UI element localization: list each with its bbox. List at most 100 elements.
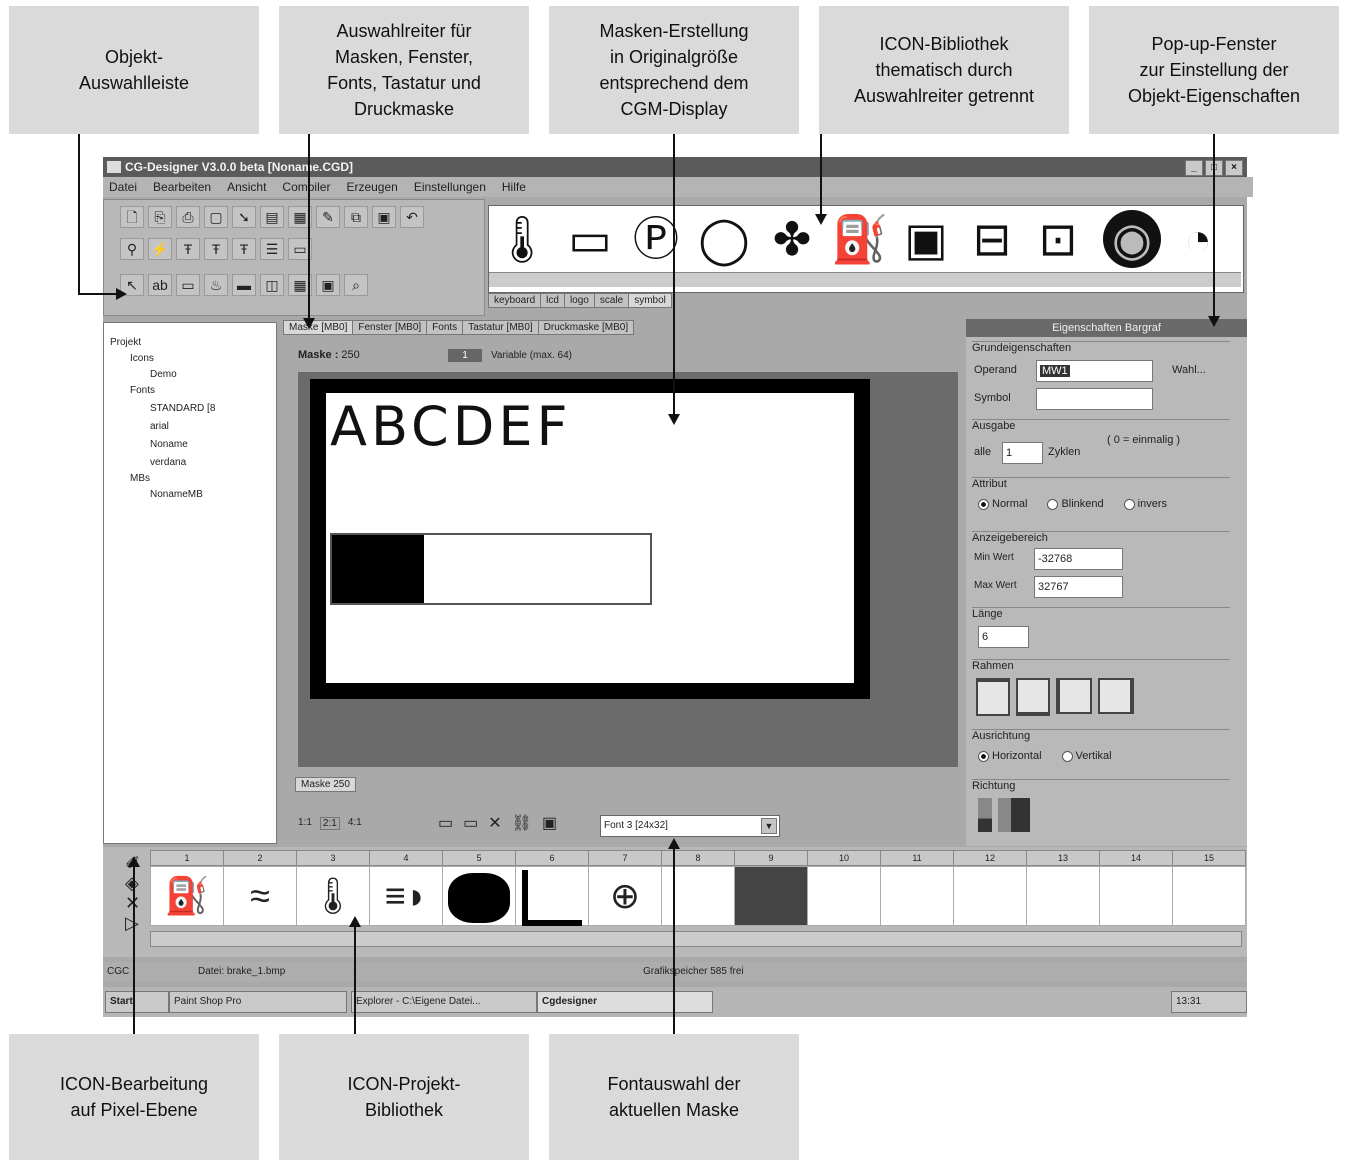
font-b-icon[interactable]: Ŧ [204,238,228,260]
link-icon[interactable]: ⛓ [512,813,532,833]
print-icon[interactable]: ⎙ [176,206,200,228]
text-object-icon[interactable]: ab [148,274,172,296]
new-icon[interactable]: 🗋 [120,206,144,228]
task-explorer[interactable]: Explorer - C:\Eigene Datei... [351,991,537,1013]
font-c-icon[interactable]: Ŧ [232,238,256,260]
library-scrollbar[interactable] [150,931,1242,947]
fan-icon[interactable]: ✤ [763,210,821,268]
radio-horizontal[interactable]: Horizontal [978,750,1042,762]
close-button[interactable]: × [1225,160,1243,176]
lib-dark-square-icon[interactable] [734,866,808,926]
lib-octagon-icon[interactable] [442,866,516,926]
zyklen-stepper[interactable]: 1 [1002,442,1043,464]
copy-icon[interactable]: ⎘ [148,206,172,228]
pointer-icon[interactable]: ➘ [232,206,256,228]
prev-icon[interactable]: ▭ [438,813,453,833]
tab-mask-250[interactable]: Maske 250 [295,777,356,792]
lib-empty-13[interactable] [1026,866,1100,926]
tab-fonts[interactable]: Fonts [426,320,464,335]
save-icon[interactable]: ▤ [260,206,284,228]
lib-empty-14[interactable] [1099,866,1173,926]
run-icon[interactable]: ⚡ [148,238,172,260]
tree-item-fonts[interactable]: Fonts [130,385,155,396]
menu-hilfe[interactable]: Hilfe [502,177,526,197]
mask-display[interactable]: ABCDEF [310,379,870,699]
symbol-field[interactable] [1036,388,1153,410]
min-field[interactable]: -32768 [1034,548,1123,570]
tree-item-projekt[interactable]: Projekt [110,337,141,348]
zoom-4-1[interactable]: 4:1 [348,817,362,830]
number-object-icon[interactable]: ▭ [176,274,200,296]
tree-item-icons[interactable]: Icons [130,353,154,364]
tab-tastatur[interactable]: Tastatur [MB0] [462,320,539,335]
task-cgdesigner[interactable]: Cgdesigner [537,991,713,1013]
fuel-filter-icon[interactable]: ▣ [897,210,955,268]
menu-datei[interactable]: Datei [109,177,137,197]
direction-right-icon[interactable] [998,798,1030,832]
frame-right-icon[interactable] [1098,678,1134,714]
menu-bearbeiten[interactable]: Bearbeiten [153,177,211,197]
paste-icon[interactable]: ▣ [372,206,396,228]
font-select[interactable]: Font 3 [24x32] ▼ [600,815,780,837]
tree-item-mbs[interactable]: MBs [130,473,150,484]
chevron-down-icon[interactable]: ▼ [761,818,777,834]
font-a-icon[interactable]: Ŧ [176,238,200,260]
lib-empty-15[interactable] [1172,866,1246,926]
lib-corner-icon[interactable] [515,866,589,927]
bargraph-object-icon[interactable]: ▬ [232,274,256,296]
zoom-1-1[interactable]: 1:1 [298,817,312,830]
cut-icon[interactable]: ✕ [488,813,501,833]
tools-icon[interactable]: ✎ [316,206,340,228]
coolant-tank-icon[interactable]: ⊡ [1029,210,1087,268]
battery-icon[interactable]: ▭ [561,210,619,268]
wahl-button[interactable]: Wahl... [1172,364,1206,376]
lib-fuel-icon[interactable]: ⛽ [150,866,224,926]
menu-erzeugen[interactable]: Erzeugen [346,177,397,197]
mask-text-object[interactable]: ABCDEF [330,395,572,458]
undo-icon[interactable]: ↶ [400,206,424,228]
operand-field[interactable]: MW1 [1036,360,1153,382]
image-icon[interactable]: ▣ [542,813,557,833]
fuel-pump-icon[interactable]: ⛽ [831,210,889,268]
tab-fenster[interactable]: Fenster [MB0] [352,320,428,335]
search-object-icon[interactable]: ⌕ [344,274,368,296]
next-icon[interactable]: ▭ [463,813,478,833]
tab-maske[interactable]: Maske [MB0] [283,320,354,335]
zoom-2-1[interactable]: 2:1 [319,817,340,830]
tab-logo[interactable]: logo [563,293,595,308]
icon-object-icon[interactable]: ♨ [204,274,228,296]
radio-invers[interactable]: invers [1123,498,1167,510]
lib-light-icon[interactable]: ≡◗ [369,866,443,926]
tree-item-nonamemb[interactable]: NonameMB [150,489,203,500]
oil-tank-icon[interactable]: ⊟ [963,210,1021,268]
tree-item-verdana[interactable]: verdana [150,457,186,468]
menu-compiler[interactable]: Compiler [282,177,330,197]
frame-bottom-icon[interactable] [1016,678,1050,716]
gauge-dark-icon[interactable]: ◉ [1103,210,1161,268]
duplicate-icon[interactable]: ⧉ [344,206,368,228]
radio-blinkend[interactable]: Blinkend [1047,498,1104,510]
window-object-icon[interactable]: ◫ [260,274,284,296]
tab-lcd[interactable]: lcd [540,293,565,308]
minimize-button[interactable]: _ [1185,160,1203,176]
tab-scale[interactable]: scale [593,293,630,308]
laenge-stepper[interactable]: 6 [978,626,1029,648]
tab-symbol[interactable]: symbol [628,293,672,308]
task-paint-shop-pro[interactable]: Paint Shop Pro [169,991,347,1013]
lib-empty-10[interactable] [807,866,881,926]
tab-keyboard[interactable]: keyboard [488,293,542,308]
gauge-light-icon[interactable]: ◔ [1169,210,1227,268]
radio-vertikal[interactable]: Vertikal [1061,750,1112,762]
icon-strip-scrollbar[interactable] [489,272,1241,287]
tree-item-arial[interactable]: arial [150,421,169,432]
menu-ansicht[interactable]: Ansicht [227,177,266,197]
binoculars-icon[interactable]: ⚲ [120,238,144,260]
tree-item-demo[interactable]: Demo [150,369,177,380]
frame-top-icon[interactable] [976,678,1010,716]
list-icon[interactable]: ☰ [260,238,284,260]
max-field[interactable]: 32767 [1034,576,1123,598]
page-icon[interactable]: ▢ [204,206,228,228]
tree-item-noname[interactable]: Noname [150,439,188,450]
lib-oil-icon[interactable]: ≈ [223,866,297,926]
bargraph-object[interactable] [330,533,652,605]
